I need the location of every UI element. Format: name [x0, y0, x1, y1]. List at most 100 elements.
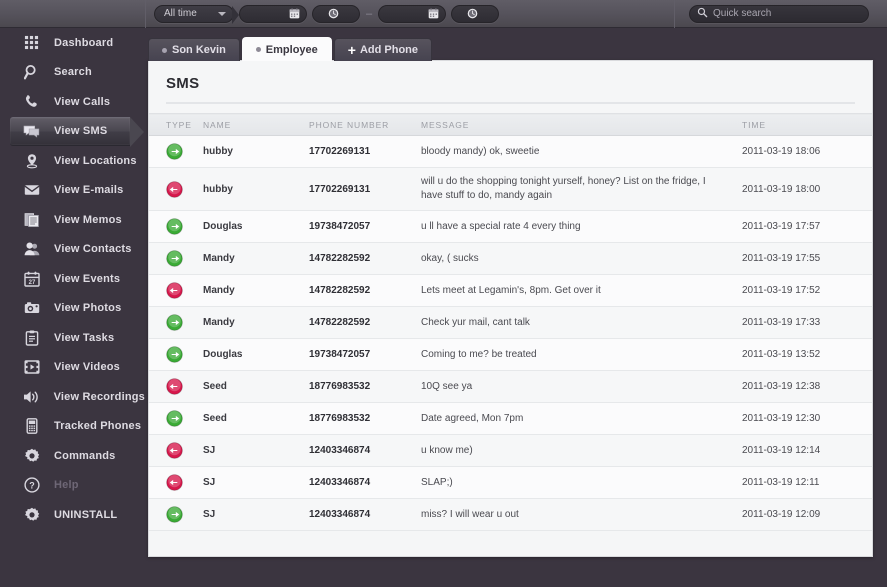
sidebar-item-view-sms[interactable]: View SMS: [10, 116, 144, 146]
plus-icon: +: [347, 42, 356, 58]
sidebar-item-view-recordings[interactable]: View Recordings: [0, 382, 145, 412]
sidebar-item-tracked-phones[interactable]: Tracked Phones: [0, 412, 145, 442]
sidebar-item-label: Tracked Phones: [54, 420, 142, 433]
table-row[interactable]: Douglas 19738472057 Coming to me? be treat…: [149, 338, 872, 371]
sidebar-item-view-calls[interactable]: View Calls: [0, 87, 145, 117]
cell-phone: 12403346874: [303, 434, 415, 467]
sms-table-body: hubby 17702269131 bloody mandy) ok, sweeti…: [149, 135, 872, 531]
arrow-right-circle-icon: [166, 218, 183, 235]
sidebar-item-label: View Contacts: [54, 243, 132, 256]
table-header-row: TYPE NAME PHONE NUMBER MESSAGE TIME: [149, 113, 872, 136]
table-row[interactable]: SJ 12403346874 miss? I will wear u out 2011…: [149, 498, 872, 531]
cell-name: Seed: [197, 370, 303, 403]
cell-phone: 14782282592: [303, 274, 415, 307]
cell-time: 2011-03-19 12:09: [736, 498, 872, 531]
cell-type: [149, 306, 197, 339]
svg-text:27: 27: [28, 280, 35, 286]
sidebar-item-view-locations[interactable]: View Locations: [0, 146, 145, 176]
tab-label: Employee: [265, 43, 318, 56]
table-row[interactable]: Mandy 14782282592 Lets meet at Legamin's, …: [149, 274, 872, 307]
clock-icon: [467, 8, 478, 19]
arrow-left-circle-icon: [166, 378, 183, 395]
cell-name: hubby: [197, 167, 303, 211]
table-row[interactable]: SJ 12403346874 u know me) 2011-03-19 12:14: [149, 434, 872, 467]
arrow-left-circle-icon: [166, 442, 183, 459]
cell-name: SJ: [197, 434, 303, 467]
date-to-input[interactable]: [378, 4, 447, 23]
time-from-input[interactable]: [312, 4, 360, 23]
table-row[interactable]: Seed 18776983532 10Q see ya 2011-03-19 12:3…: [149, 370, 872, 403]
cell-time: 2011-03-19 17:57: [736, 210, 872, 243]
column-header-message: MESSAGE: [415, 113, 736, 136]
chevron-down-icon: [218, 11, 226, 16]
phone-tabs: Son Kevin Employee + Add Phone: [148, 37, 433, 61]
gear-icon: [22, 448, 41, 464]
people-icon: [22, 241, 41, 257]
film-icon: [22, 359, 41, 375]
time-range-select[interactable]: All time: [154, 4, 239, 24]
search-icon: [697, 5, 708, 23]
arrow-left-circle-icon: [166, 282, 183, 299]
table-row[interactable]: SJ 12403346874 SLAP;) 2011-03-19 12:11: [149, 466, 872, 499]
sidebar-item-view-emails[interactable]: View E-mails: [0, 176, 145, 206]
cell-phone: 14782282592: [303, 242, 415, 275]
mobile-icon: [22, 418, 41, 435]
quick-search-field[interactable]: Quick search: [689, 4, 869, 23]
sidebar-item-view-events[interactable]: 27 View Events: [0, 264, 145, 294]
cell-message: Date agreed, Mon 7pm: [415, 402, 736, 435]
arrow-right-circle-icon: [166, 346, 183, 363]
sidebar-item-label: View Tasks: [54, 331, 115, 344]
cell-time: 2011-03-19 12:14: [736, 434, 872, 467]
sidebar-item-commands[interactable]: Commands: [0, 441, 145, 471]
table-row[interactable]: hubby 17702269131 bloody mandy) ok, sweeti…: [149, 135, 872, 168]
table-row[interactable]: Seed 18776983532 Date agreed, Mon 7pm 2011-…: [149, 402, 872, 435]
tab-son-kevin[interactable]: Son Kevin: [148, 38, 240, 61]
map-pin-icon: [22, 153, 41, 169]
cell-type: [149, 466, 197, 499]
sidebar-item-view-contacts[interactable]: View Contacts: [0, 235, 145, 265]
cell-type: [149, 498, 197, 531]
sidebar-item-label: View Videos: [54, 361, 120, 374]
column-header-type: TYPE: [149, 113, 197, 136]
sidebar-item-label: View Events: [54, 272, 121, 285]
camera-icon: [22, 300, 41, 316]
tab-add-phone[interactable]: + Add Phone: [333, 38, 433, 61]
column-header-time: TIME: [736, 113, 872, 136]
sidebar-item-label: UNINSTALL: [54, 508, 118, 521]
page-title: SMS: [166, 75, 200, 92]
sidebar-item-label: Dashboard: [54, 36, 114, 49]
sidebar-item-uninstall[interactable]: UNINSTALL: [0, 500, 145, 530]
tab-employee[interactable]: Employee: [241, 37, 332, 61]
speaker-icon: [22, 389, 41, 405]
sidebar-item-view-tasks[interactable]: View Tasks: [0, 323, 145, 353]
gear-icon: [22, 507, 41, 523]
cell-phone: 18776983532: [303, 370, 415, 403]
sidebar-item-dashboard[interactable]: Dashboard: [0, 28, 145, 58]
time-to-input[interactable]: [451, 4, 500, 23]
cell-phone: 12403346874: [303, 498, 415, 531]
top-toolbar: All time – Quick search: [0, 0, 887, 28]
sidebar-item-label: Help: [54, 479, 79, 492]
table-row[interactable]: Mandy 14782282592 okay, ( sucks 2011-03-19 …: [149, 242, 872, 275]
sidebar-item-search[interactable]: Search: [0, 58, 145, 88]
cell-time: 2011-03-19 17:33: [736, 306, 872, 339]
cell-type: [149, 434, 197, 467]
cell-message: okay, ( sucks: [415, 242, 736, 275]
cell-message: u know me): [415, 434, 736, 467]
tab-label: Son Kevin: [172, 44, 226, 56]
table-row[interactable]: Mandy 14782282592 Check yur mail, cant tal…: [149, 306, 872, 339]
sidebar-item-label: View E-mails: [54, 184, 124, 197]
sidebar-item-view-videos[interactable]: View Videos: [0, 353, 145, 383]
table-row[interactable]: hubby 17702269131 will u do the shopping t…: [149, 167, 872, 211]
tab-status-dot: [255, 47, 261, 52]
sidebar-item-view-photos[interactable]: View Photos: [0, 294, 145, 324]
sidebar-item-help[interactable]: ? Help: [0, 471, 145, 501]
column-header-name: NAME: [197, 113, 303, 136]
magnifier-icon: [22, 64, 41, 80]
sidebar-item-view-memos[interactable]: View Memos: [0, 205, 145, 235]
table-row[interactable]: Douglas 19738472057 u ll have a special ra…: [149, 210, 872, 243]
cell-name: SJ: [197, 498, 303, 531]
cell-name: Mandy: [197, 274, 303, 307]
cell-name: Douglas: [197, 338, 303, 371]
date-from-input[interactable]: [239, 4, 307, 23]
